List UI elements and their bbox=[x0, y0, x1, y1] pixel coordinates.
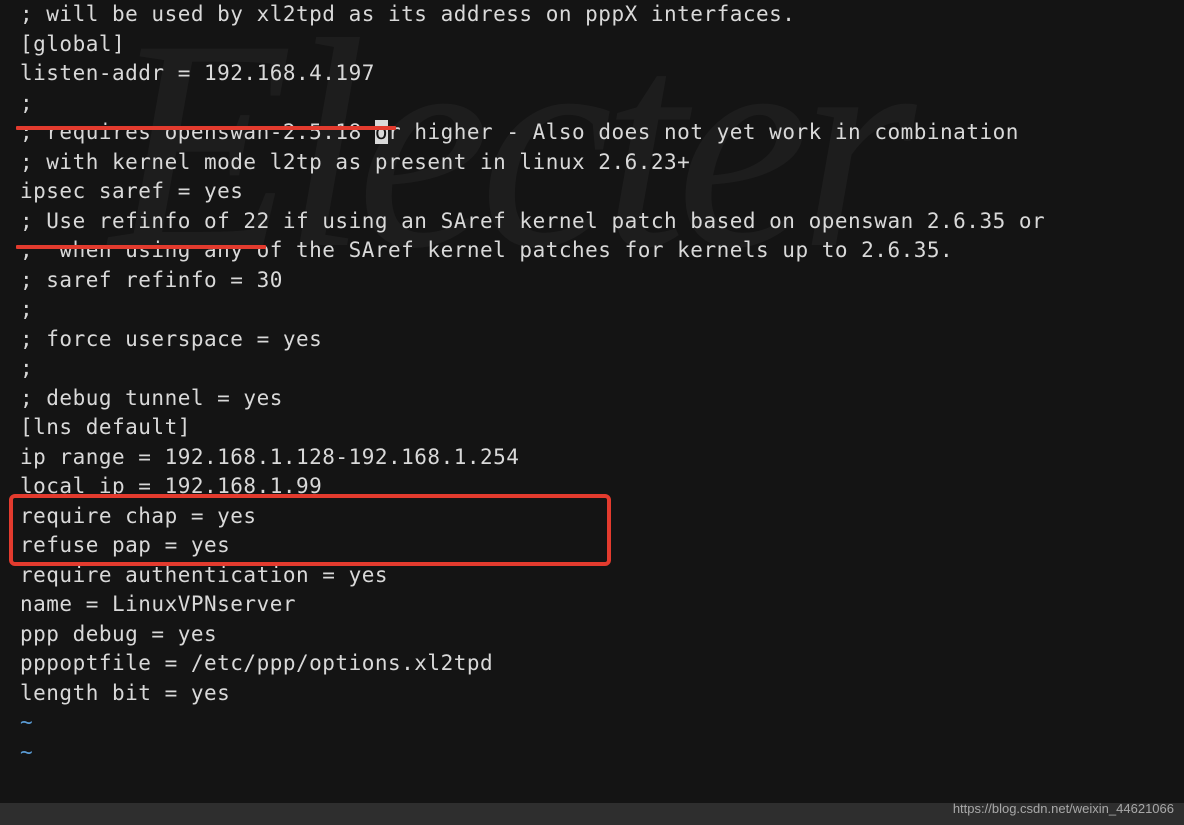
config-line: require chap = yes bbox=[20, 502, 1184, 532]
text-segment: r higher - Also does not yet work in com… bbox=[388, 120, 1019, 144]
config-line: ; bbox=[20, 89, 1184, 119]
source-url: https://blog.csdn.net/weixin_44621066 bbox=[953, 794, 1174, 824]
vim-tilde: ~ bbox=[20, 708, 1184, 738]
config-line: ppp debug = yes bbox=[20, 620, 1184, 650]
config-line: ipsec saref = yes bbox=[20, 177, 1184, 207]
config-line: [lns default] bbox=[20, 413, 1184, 443]
config-line: ; bbox=[20, 354, 1184, 384]
config-line: ; saref refinfo = 30 bbox=[20, 266, 1184, 296]
config-line: ; will be used by xl2tpd as its address … bbox=[20, 0, 1184, 30]
config-line: [global] bbox=[20, 30, 1184, 60]
config-line: local ip = 192.168.1.99 bbox=[20, 472, 1184, 502]
config-line: ; requires openswan-2.5.18 or higher - A… bbox=[20, 118, 1184, 148]
config-line: require authentication = yes bbox=[20, 561, 1184, 591]
config-line: listen-addr = 192.168.4.197 bbox=[20, 59, 1184, 89]
config-line: ; force userspace = yes bbox=[20, 325, 1184, 355]
config-line: ip range = 192.168.1.128-192.168.1.254 bbox=[20, 443, 1184, 473]
config-line: ; when using any of the SAref kernel pat… bbox=[20, 236, 1184, 266]
text-segment: ; requires openswan-2.5.18 bbox=[20, 120, 375, 144]
cursor-highlight: o bbox=[375, 120, 388, 144]
terminal-view[interactable]: Electer ; will be used by xl2tpd as its … bbox=[0, 0, 1184, 825]
annotation-underline-1 bbox=[16, 126, 396, 130]
vim-tilde: ~ bbox=[20, 738, 1184, 768]
config-line: ; with kernel mode l2tp as present in li… bbox=[20, 148, 1184, 178]
config-line: pppoptfile = /etc/ppp/options.xl2tpd bbox=[20, 649, 1184, 679]
config-line: refuse pap = yes bbox=[20, 531, 1184, 561]
config-line: ; bbox=[20, 295, 1184, 325]
config-line: ; Use refinfo of 22 if using an SAref ke… bbox=[20, 207, 1184, 237]
config-line: name = LinuxVPNserver bbox=[20, 590, 1184, 620]
config-line: ; debug tunnel = yes bbox=[20, 384, 1184, 414]
config-line: length bit = yes bbox=[20, 679, 1184, 709]
annotation-underline-2 bbox=[16, 245, 266, 249]
